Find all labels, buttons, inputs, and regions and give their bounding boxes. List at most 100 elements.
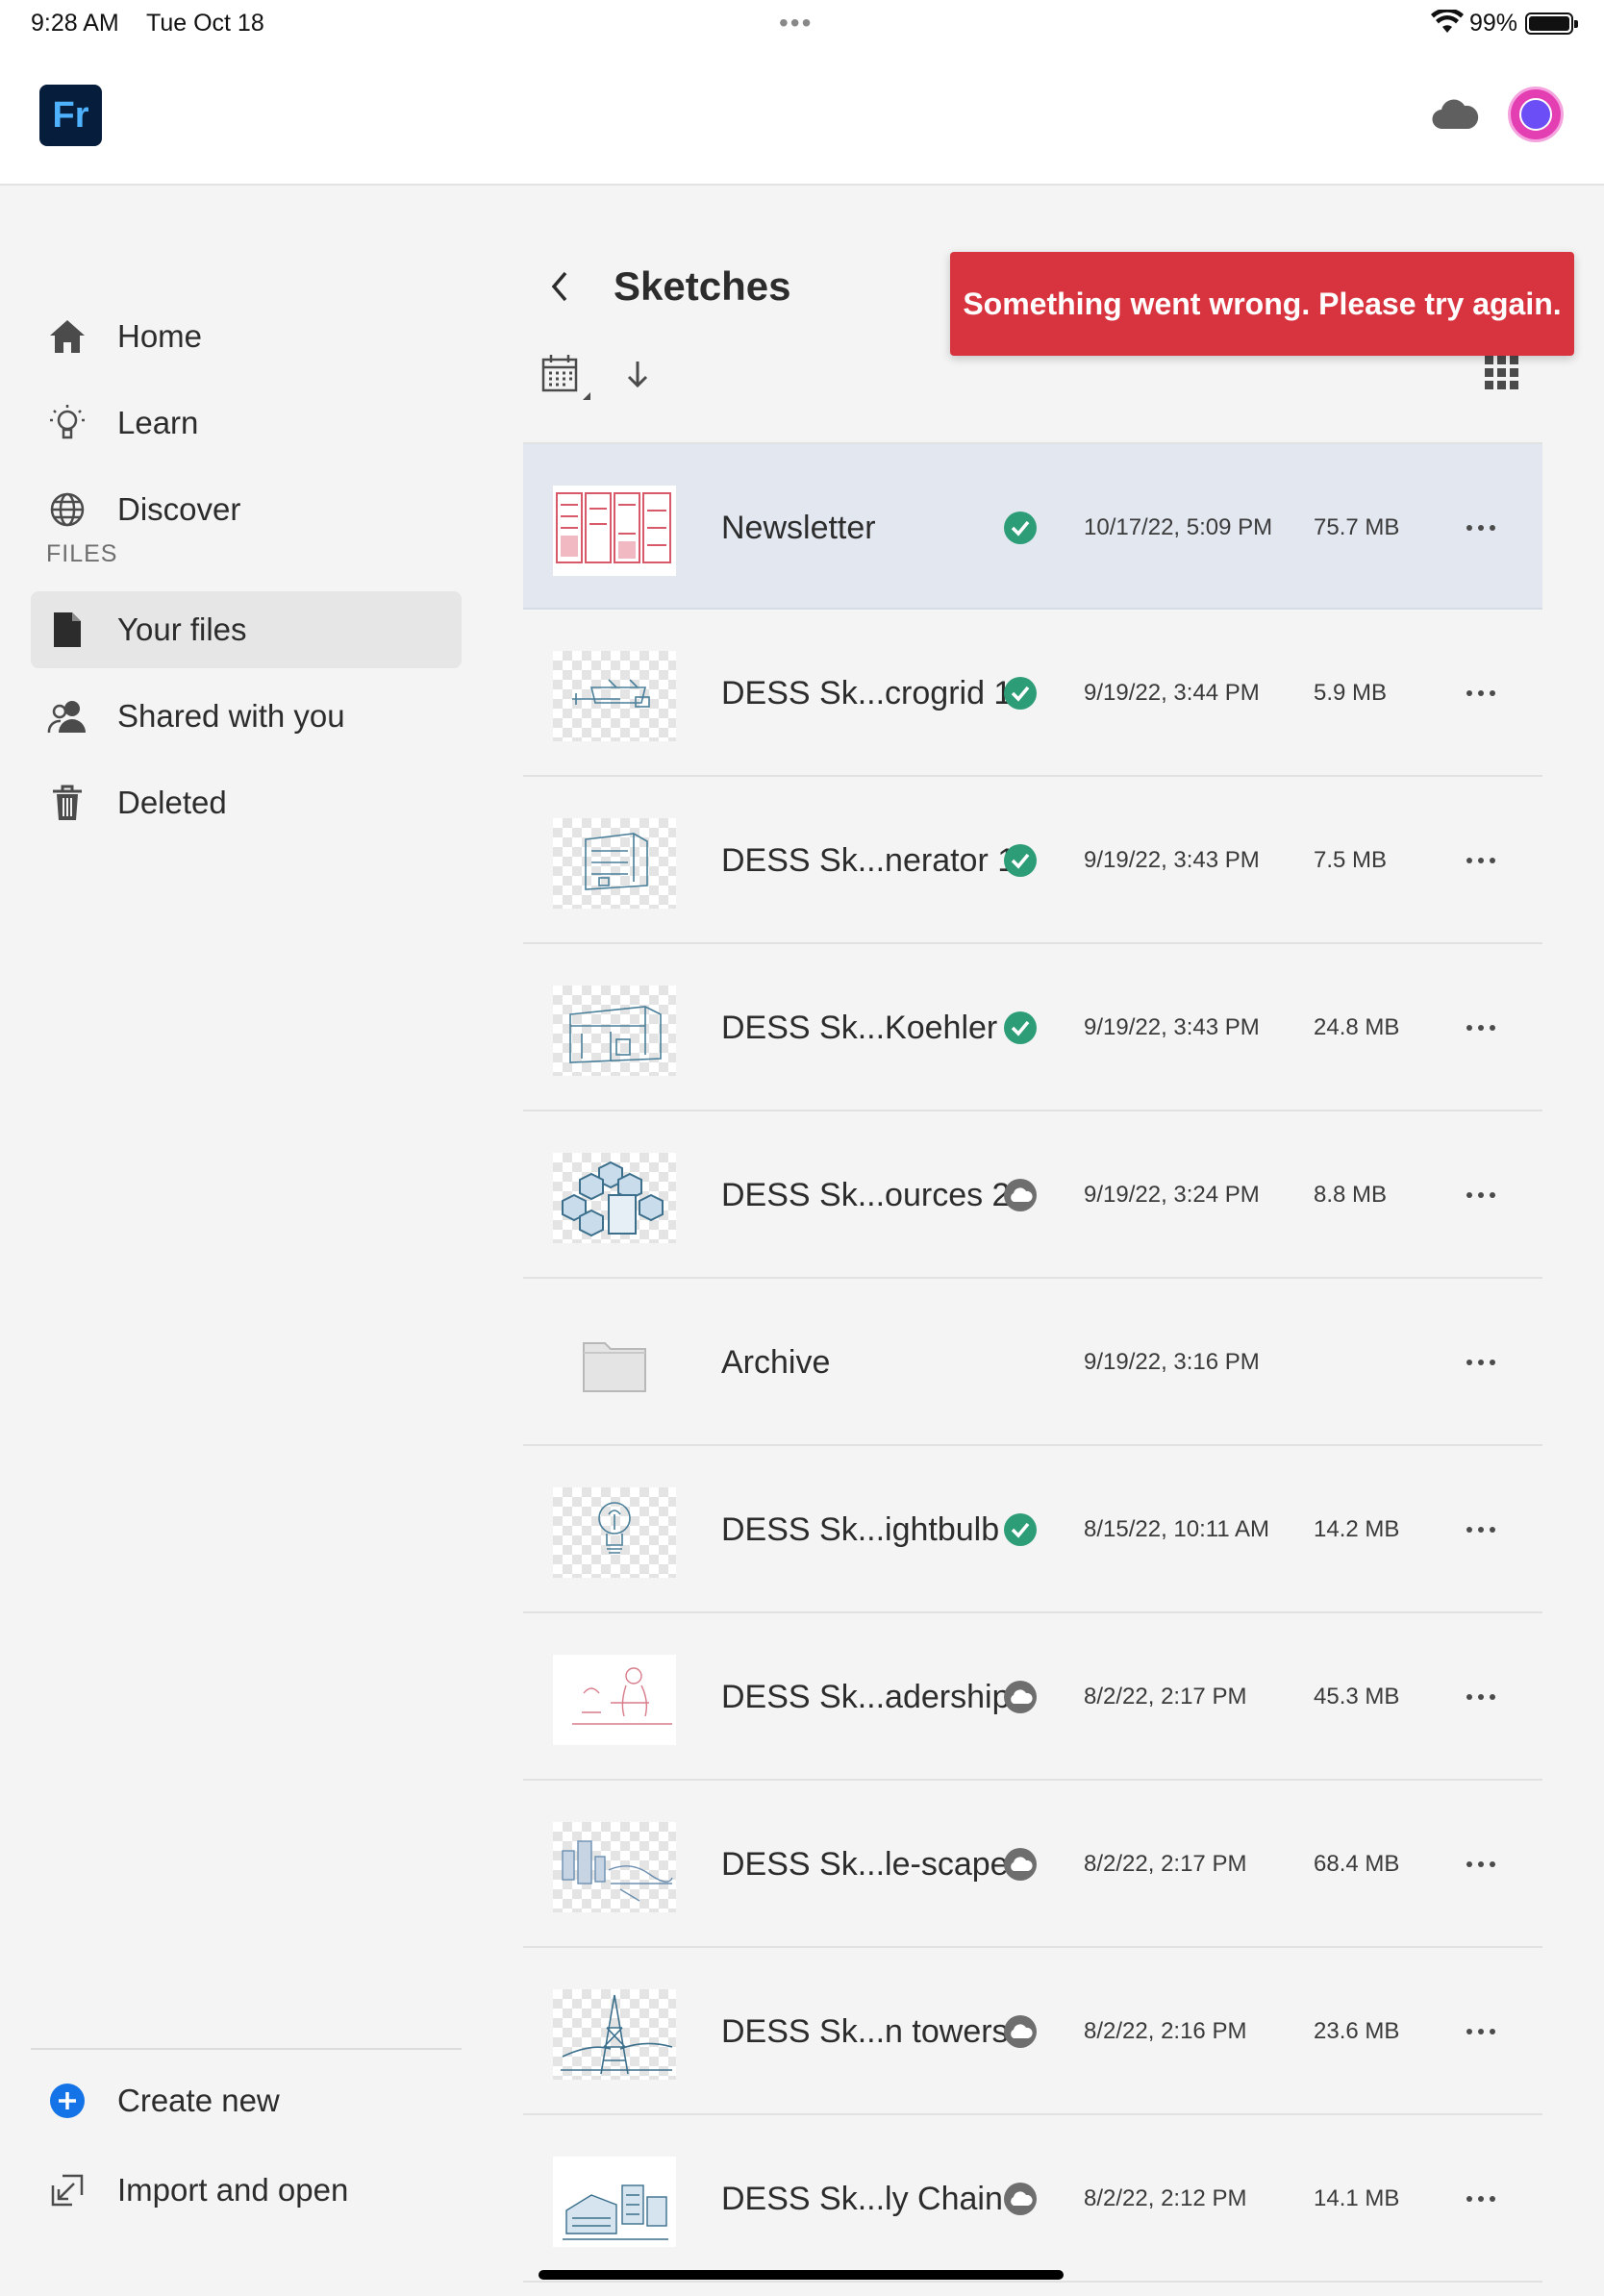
file-size: 75.7 MB bbox=[1314, 514, 1400, 540]
file-date: 9/19/22, 3:16 PM bbox=[1084, 1349, 1260, 1375]
home-indicator[interactable] bbox=[539, 2270, 1064, 2280]
sidebar-item-label: Home bbox=[117, 318, 203, 354]
cloud-status-icon bbox=[1004, 1681, 1037, 1713]
sidebar-divider bbox=[31, 2048, 462, 2050]
plus-circle-icon bbox=[46, 2080, 88, 2122]
page-title: Sketches bbox=[614, 263, 791, 309]
file-thumbnail bbox=[553, 1822, 676, 1912]
file-thumbnail bbox=[553, 651, 676, 741]
file-size: 14.2 MB bbox=[1314, 1516, 1400, 1542]
file-row[interactable]: DESS Sk...ightbulb 8/15/22, 10:11 AM 14.… bbox=[523, 1446, 1542, 1613]
sidebar-item-label: Your files bbox=[117, 611, 247, 647]
more-options-icon[interactable] bbox=[1462, 2183, 1500, 2215]
more-options-icon[interactable] bbox=[1462, 1513, 1500, 1546]
file-row[interactable]: Newsletter 10/17/22, 5:09 PM 75.7 MB bbox=[523, 442, 1542, 610]
sidebar-item-learn[interactable]: Learn bbox=[31, 385, 462, 462]
people-icon bbox=[46, 695, 88, 737]
synced-check-icon bbox=[1004, 512, 1037, 544]
trash-icon bbox=[46, 782, 88, 824]
avatar[interactable] bbox=[1508, 87, 1564, 142]
import-and-open-label: Import and open bbox=[117, 2172, 349, 2208]
sidebar-item-label: Deleted bbox=[117, 785, 227, 820]
file-name: DESS Sk...crogrid 1 bbox=[721, 674, 1013, 711]
file-row[interactable]: DESS Sk...adership 8/2/22, 2:17 PM 45.3 … bbox=[523, 1613, 1542, 1781]
file-row[interactable]: DESS Sk...Koehler 9/19/22, 3:43 PM 24.8 … bbox=[523, 944, 1542, 1111]
file-date: 8/2/22, 2:12 PM bbox=[1084, 2185, 1247, 2211]
sidebar-item-discover[interactable]: Discover bbox=[31, 471, 462, 548]
sidebar-item-home[interactable]: Home bbox=[31, 298, 462, 375]
file-name: DESS Sk...Koehler bbox=[721, 1009, 998, 1046]
folder-row[interactable]: Archive 9/19/22, 3:16 PM bbox=[523, 1279, 1542, 1446]
file-date: 8/2/22, 2:17 PM bbox=[1084, 1851, 1247, 1877]
multitask-dots[interactable]: ••• bbox=[779, 8, 813, 38]
sidebar-item-label: Shared with you bbox=[117, 698, 345, 734]
sidebar-item-shared[interactable]: Shared with you bbox=[31, 678, 462, 755]
document-icon bbox=[46, 609, 88, 651]
grid-view-icon[interactable] bbox=[1483, 354, 1521, 392]
file-date: 9/19/22, 3:43 PM bbox=[1084, 1014, 1260, 1040]
back-icon[interactable] bbox=[544, 267, 577, 306]
file-row[interactable]: DESS Sk...nerator 1 9/19/22, 3:43 PM 7.5… bbox=[523, 777, 1542, 944]
error-toast[interactable]: Something went wrong. Please try again. bbox=[950, 252, 1574, 356]
cloud-status-icon bbox=[1004, 1848, 1037, 1881]
file-name: DESS Sk...nerator 1 bbox=[721, 841, 1016, 879]
file-size: 5.9 MB bbox=[1314, 680, 1388, 706]
file-name: DESS Sk...adership bbox=[721, 1678, 1011, 1715]
file-row[interactable]: DESS Sk...ources 2 9/19/22, 3:24 PM 8.8 … bbox=[523, 1111, 1542, 1279]
file-row[interactable]: DESS Sk...ly Chain 8/2/22, 2:12 PM 14.1 … bbox=[523, 2115, 1542, 2283]
more-options-icon[interactable] bbox=[1462, 1848, 1500, 1881]
file-thumbnail bbox=[553, 1655, 676, 1745]
folder-icon bbox=[553, 1320, 676, 1410]
sidebar-item-your-files[interactable]: Your files bbox=[31, 591, 462, 668]
sidebar-item-deleted[interactable]: Deleted bbox=[31, 764, 462, 841]
import-and-open-button[interactable]: Import and open bbox=[31, 2152, 462, 2229]
sort-direction-icon[interactable] bbox=[623, 358, 652, 390]
more-options-icon[interactable] bbox=[1462, 677, 1500, 710]
file-name: DESS Sk...le-scape bbox=[721, 1845, 1009, 1883]
more-options-icon[interactable] bbox=[1462, 1681, 1500, 1713]
file-size: 24.8 MB bbox=[1314, 1014, 1400, 1040]
create-new-label: Create new bbox=[117, 2083, 280, 2118]
calendar-sort-icon[interactable] bbox=[540, 352, 596, 404]
more-options-icon[interactable] bbox=[1462, 844, 1500, 877]
cloud-icon[interactable] bbox=[1431, 96, 1479, 133]
status-bar: 9:28 AM Tue Oct 18 ••• 99% bbox=[0, 0, 1604, 46]
import-icon bbox=[46, 2169, 88, 2211]
cloud-status-icon bbox=[1004, 2183, 1037, 2215]
lightbulb-icon bbox=[46, 402, 88, 444]
file-thumbnail bbox=[553, 486, 676, 576]
file-date: 8/2/22, 2:17 PM bbox=[1084, 1684, 1247, 1710]
status-date: Tue Oct 18 bbox=[146, 10, 264, 37]
file-size: 8.8 MB bbox=[1314, 1182, 1388, 1208]
file-date: 8/15/22, 10:11 AM bbox=[1084, 1516, 1270, 1542]
sidebar-item-label: Discover bbox=[117, 491, 241, 527]
more-options-icon[interactable] bbox=[1462, 1011, 1500, 1044]
file-name: DESS Sk...ources 2 bbox=[721, 1176, 1011, 1213]
file-date: 9/19/22, 3:24 PM bbox=[1084, 1182, 1260, 1208]
file-size: 23.6 MB bbox=[1314, 2018, 1400, 2044]
file-size: 14.1 MB bbox=[1314, 2185, 1400, 2211]
file-row[interactable]: DESS Sk...n towers 8/2/22, 2:16 PM 23.6 … bbox=[523, 1948, 1542, 2115]
file-row[interactable]: DESS Sk...crogrid 1 9/19/22, 3:44 PM 5.9… bbox=[523, 610, 1542, 777]
more-options-icon[interactable] bbox=[1462, 1179, 1500, 1211]
file-size: 7.5 MB bbox=[1314, 847, 1388, 873]
file-date: 9/19/22, 3:43 PM bbox=[1084, 847, 1260, 873]
status-time: 9:28 AM bbox=[31, 10, 119, 37]
file-row[interactable]: DESS Sk...le-scape 8/2/22, 2:17 PM 68.4 … bbox=[523, 1781, 1542, 1948]
more-options-icon[interactable] bbox=[1462, 2015, 1500, 2048]
app-logo: Fr bbox=[39, 85, 102, 146]
file-thumbnail bbox=[553, 2157, 676, 2247]
synced-check-icon bbox=[1004, 1011, 1037, 1044]
more-options-icon[interactable] bbox=[1462, 1346, 1500, 1379]
app-header: Fr bbox=[0, 46, 1604, 186]
file-thumbnail bbox=[553, 1989, 676, 2080]
more-options-icon[interactable] bbox=[1462, 512, 1500, 544]
cloud-status-icon bbox=[1004, 1179, 1037, 1211]
folder-name: Archive bbox=[721, 1343, 831, 1381]
battery-icon bbox=[1525, 12, 1578, 35]
file-list: Newsletter 10/17/22, 5:09 PM 75.7 MB DES… bbox=[523, 442, 1542, 2283]
file-name: Newsletter bbox=[721, 509, 876, 546]
synced-check-icon bbox=[1004, 677, 1037, 710]
file-thumbnail bbox=[553, 1153, 676, 1243]
create-new-button[interactable]: Create new bbox=[31, 2062, 462, 2139]
